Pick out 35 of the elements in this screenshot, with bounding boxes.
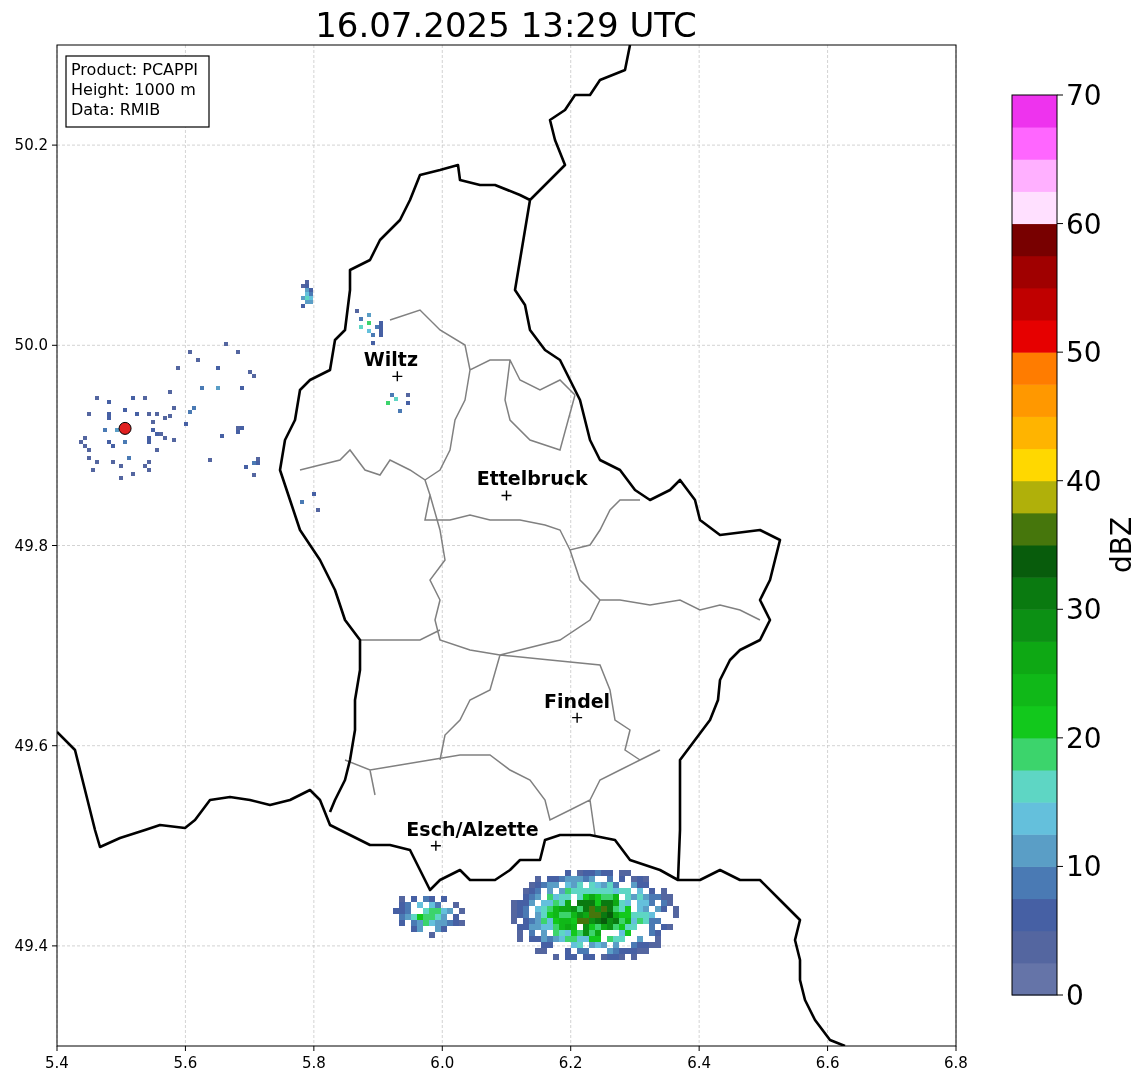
colorbar-label: dBZ [1105,516,1138,574]
colorbar-tick-label: 40 [1066,464,1102,498]
axis-tick-label: 6.2 [558,1054,583,1072]
info-text: Product: PCAPPI [71,60,198,79]
axis-tick-label: 6.8 [944,1054,968,1072]
city-marker-icon [430,840,442,852]
axis-tick-label: 6.0 [430,1054,455,1072]
info-text: Data: RMIB [71,100,161,119]
city-marker-icon [571,711,583,724]
chart-title: 16.07.2025 13:29 UTC [315,5,697,45]
axis-tick-label: 6.6 [815,1054,840,1072]
colorbar-tick-label: 20 [1066,721,1102,755]
radar-site-marker [118,421,132,435]
axis-tick-label: 5.8 [301,1054,326,1072]
axis-tick-label: 50.2 [14,136,48,155]
axis-tick-label: 6.4 [687,1054,712,1072]
city-label: Wiltz [363,348,418,371]
city-label: Findel [544,689,611,712]
axis-tick-label: 50.0 [14,336,48,355]
city-marker-icon [500,489,513,502]
colorbar-tick-label: 50 [1066,336,1102,370]
axis-tick-label: 49.8 [14,536,48,555]
city-marker-icon [391,370,404,383]
colorbar-tick-label: 60 [1066,207,1102,241]
axis-tick-label: 5.4 [45,1054,69,1072]
city-label: Esch/Alzette [406,817,539,840]
info-text: Height: 1000 m [71,80,196,99]
colorbar-tick-label: 0 [1066,979,1084,1012]
city-label: Ettelbruck [476,467,588,490]
colorbar-tick-label: 30 [1066,593,1102,627]
axis-tick-label: 5.6 [173,1054,198,1072]
colorbar-tick-label: 10 [1066,850,1102,884]
colorbar-tick-label: 70 [1066,79,1102,112]
axis-tick-label: 49.6 [14,736,48,755]
axis-tick-label: 49.4 [14,936,48,955]
